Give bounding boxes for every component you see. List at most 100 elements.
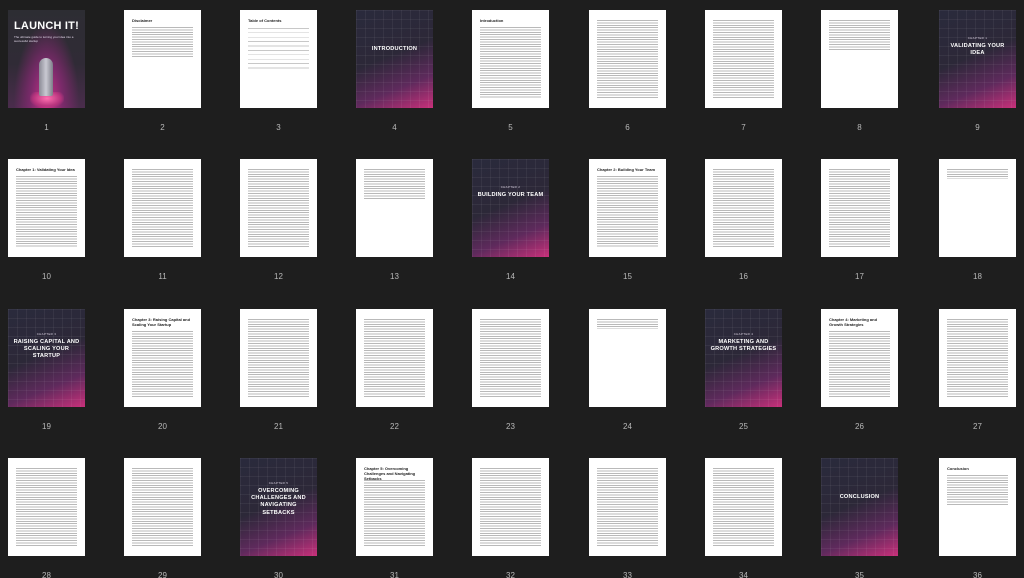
page-thumbnail-34[interactable] — [705, 458, 782, 556]
page-number-label: 2 — [160, 123, 165, 132]
body-text-lines — [16, 468, 77, 546]
page-thumbnail-3[interactable]: Table of Contents — [240, 10, 317, 108]
page-thumbnail-12[interactable] — [240, 159, 317, 257]
section-title: INTRODUCTION — [371, 46, 418, 52]
section-title: RAISING CAPITAL AND SCALING YOUR STARTUP — [13, 339, 80, 360]
page-thumbnail-15[interactable]: Chapter 2: Building Your Team — [589, 159, 666, 257]
page-number-label: 11 — [158, 272, 167, 281]
chapter-eyebrow: CHAPTER 4 — [733, 332, 754, 336]
page-cell-17: 17 — [821, 159, 898, 287]
section-title: VALIDATING YOUR IDEA — [950, 43, 1005, 57]
page-number-label: 20 — [158, 422, 167, 431]
page-number-label: 15 — [623, 272, 632, 281]
page-number-label: 34 — [739, 571, 748, 578]
page-thumbnail-5[interactable]: Introduction — [472, 10, 549, 108]
page-thumbnail-26[interactable]: Chapter 4: Marketing and Growth Strategi… — [821, 309, 898, 407]
page-thumbnail-10[interactable]: Chapter 1: Validating Your Idea — [8, 159, 85, 257]
page-thumbnail-18[interactable] — [939, 159, 1016, 257]
page-number-label: 14 — [506, 272, 515, 281]
page-cell-16: 16 — [705, 159, 782, 287]
page-cell-29: 29 — [124, 458, 201, 578]
page-cell-19: CHAPTER 3 RAISING CAPITAL AND SCALING YOU… — [8, 309, 85, 437]
body-text-lines — [597, 176, 658, 247]
page-number-label: 3 — [276, 123, 281, 132]
body-text-lines — [132, 169, 193, 247]
page-number-label: 31 — [390, 571, 399, 578]
page-cell-14: CHAPTER 2 BUILDING YOUR TEAM 14 — [472, 159, 549, 287]
page-heading: Introduction — [480, 18, 504, 23]
page-cell-6: 6 — [589, 10, 666, 138]
cover-subtitle: The ultimate guide to turning your idea … — [14, 35, 74, 43]
section-title: OVERCOMING CHALLENGES AND NAVIGATING SET… — [251, 488, 306, 516]
page-thumbnail-1[interactable]: LAUNCH IT! The ultimate guide to turning … — [8, 10, 85, 108]
page-thumbnail-19[interactable]: CHAPTER 3 RAISING CAPITAL AND SCALING YOU… — [8, 309, 85, 407]
body-text-lines — [480, 319, 541, 397]
page-heading: Chapter 4: Marketing and Growth Strategi… — [829, 317, 878, 327]
page-heading: Chapter 1: Validating Your Idea — [16, 167, 75, 172]
page-cell-26: Chapter 4: Marketing and Growth Strategi… — [821, 309, 898, 437]
page-thumbnail-31[interactable]: Chapter 5: Overcoming Challenges and Nav… — [356, 458, 433, 556]
body-text-lines — [829, 331, 890, 397]
page-cell-15: Chapter 2: Building Your Team 15 — [589, 159, 666, 287]
body-text-lines — [364, 319, 425, 397]
page-cell-21: 21 — [240, 309, 317, 437]
page-thumbnail-28[interactable] — [8, 458, 85, 556]
page-number-label: 23 — [506, 422, 515, 431]
page-thumbnail-17[interactable] — [821, 159, 898, 257]
page-thumbnail-25[interactable]: CHAPTER 4 MARKETING AND GROWTH STRATEGIES — [705, 309, 782, 407]
page-cell-4: INTRODUCTION 4 — [356, 10, 433, 138]
page-thumbnail-4[interactable]: INTRODUCTION — [356, 10, 433, 108]
page-thumbnail-23[interactable] — [472, 309, 549, 407]
page-cell-25: CHAPTER 4 MARKETING AND GROWTH STRATEGIES… — [705, 309, 782, 437]
page-cell-23: 23 — [472, 309, 549, 437]
page-thumbnail-2[interactable]: Disclaimer — [124, 10, 201, 108]
body-text-lines — [947, 169, 1008, 179]
page-thumbnail-35[interactable]: CONCLUSION — [821, 458, 898, 556]
page-thumbnail-16[interactable] — [705, 159, 782, 257]
body-text-lines — [713, 468, 774, 546]
chapter-eyebrow: CHAPTER 2 — [500, 185, 521, 189]
toc-entries — [248, 28, 309, 72]
page-number-label: 21 — [274, 422, 283, 431]
page-number-label: 27 — [973, 422, 982, 431]
page-thumbnail-21[interactable] — [240, 309, 317, 407]
page-thumbnail-9[interactable]: CHAPTER 1 VALIDATING YOUR IDEA — [939, 10, 1016, 108]
page-thumbnail-27[interactable] — [939, 309, 1016, 407]
body-text-lines — [829, 20, 890, 50]
cover-title: LAUNCH IT! — [14, 20, 79, 32]
page-number-label: 32 — [506, 571, 515, 578]
page-number-label: 7 — [741, 123, 746, 132]
page-thumbnail-33[interactable] — [589, 458, 666, 556]
page-thumbnail-14[interactable]: CHAPTER 2 BUILDING YOUR TEAM — [472, 159, 549, 257]
page-thumbnail-36[interactable]: Conclusion — [939, 458, 1016, 556]
body-text-lines — [713, 169, 774, 247]
page-cell-34: 34 — [705, 458, 782, 578]
page-thumbnail-7[interactable] — [705, 10, 782, 108]
page-thumbnail-22[interactable] — [356, 309, 433, 407]
page-cell-33: 33 — [589, 458, 666, 578]
page-cell-32: 32 — [472, 458, 549, 578]
body-text-lines — [248, 319, 309, 397]
page-cell-3: Table of Contents 3 — [240, 10, 317, 138]
body-text-lines — [597, 468, 658, 546]
page-thumbnail-30[interactable]: CHAPTER 5 OVERCOMING CHALLENGES AND NAVIG… — [240, 458, 317, 556]
page-thumbnail-32[interactable] — [472, 458, 549, 556]
body-text-lines — [132, 331, 193, 397]
page-thumbnail-6[interactable] — [589, 10, 666, 108]
page-thumbnail-8[interactable] — [821, 10, 898, 108]
page-heading: Chapter 3: Raising Capital and Scaling Y… — [132, 317, 191, 327]
page-heading: Chapter 5: Overcoming Challenges and Nav… — [364, 466, 416, 481]
page-number-label: 28 — [42, 571, 51, 578]
page-thumbnail-13[interactable] — [356, 159, 433, 257]
page-number-label: 24 — [623, 422, 632, 431]
body-text-lines — [947, 319, 1008, 397]
page-cell-31: Chapter 5: Overcoming Challenges and Nav… — [356, 458, 433, 578]
body-text-lines — [364, 169, 425, 199]
body-text-lines — [480, 468, 541, 546]
page-thumbnail-29[interactable] — [124, 458, 201, 556]
page-thumbnail-24[interactable] — [589, 309, 666, 407]
page-thumbnail-11[interactable] — [124, 159, 201, 257]
page-number-label: 12 — [274, 272, 283, 281]
page-thumbnail-20[interactable]: Chapter 3: Raising Capital and Scaling Y… — [124, 309, 201, 407]
page-number-label: 36 — [973, 571, 982, 578]
